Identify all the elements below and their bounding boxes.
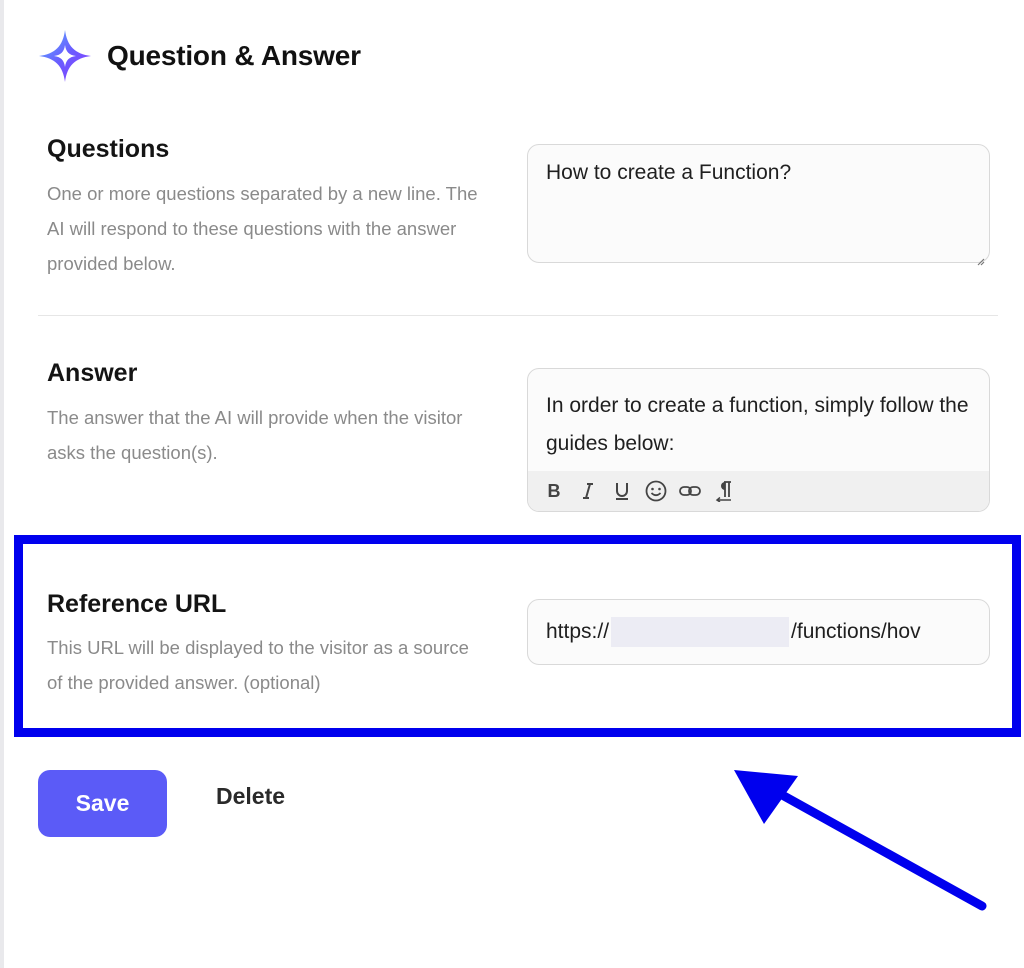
delete-button[interactable]: Delete bbox=[216, 783, 285, 810]
bold-icon[interactable]: B bbox=[542, 479, 566, 503]
questions-label: Questions bbox=[47, 135, 170, 163]
questions-textarea[interactable]: How to create a Function? bbox=[527, 144, 990, 266]
page-title: Question & Answer bbox=[107, 40, 361, 71]
panel-left-edge bbox=[0, 0, 4, 968]
emoji-icon[interactable] bbox=[644, 479, 668, 503]
page-header: Question & Answer bbox=[37, 28, 361, 84]
annotation-arrow-icon bbox=[726, 768, 996, 918]
section-divider bbox=[38, 315, 998, 316]
answer-value[interactable]: In order to create a function, simply fo… bbox=[528, 369, 989, 472]
reference-url-description: This URL will be displayed to the visito… bbox=[47, 637, 469, 693]
url-suffix: /functions/hov bbox=[791, 620, 921, 643]
link-icon[interactable] bbox=[678, 479, 702, 503]
resize-handle-icon[interactable] bbox=[975, 248, 985, 266]
questions-description: One or more questions separated by a new… bbox=[47, 183, 478, 274]
save-button[interactable]: Save bbox=[38, 770, 167, 837]
sparkle-icon bbox=[37, 28, 93, 84]
answer-label: Answer bbox=[47, 359, 138, 387]
reference-url-input[interactable]: https:// /functions/hov bbox=[527, 599, 990, 665]
underline-icon[interactable] bbox=[610, 479, 634, 503]
url-prefix: https:// bbox=[546, 620, 610, 643]
answer-editor[interactable]: In order to create a function, simply fo… bbox=[527, 368, 990, 512]
questions-value: How to create a Function? bbox=[546, 161, 792, 184]
paragraph-icon[interactable] bbox=[712, 479, 736, 503]
italic-icon[interactable] bbox=[576, 479, 600, 503]
answer-description: The answer that the AI will provide when… bbox=[47, 407, 463, 463]
reference-url-label: Reference URL bbox=[47, 590, 227, 618]
redacted-region bbox=[611, 617, 790, 647]
answer-toolbar: B bbox=[528, 471, 989, 511]
